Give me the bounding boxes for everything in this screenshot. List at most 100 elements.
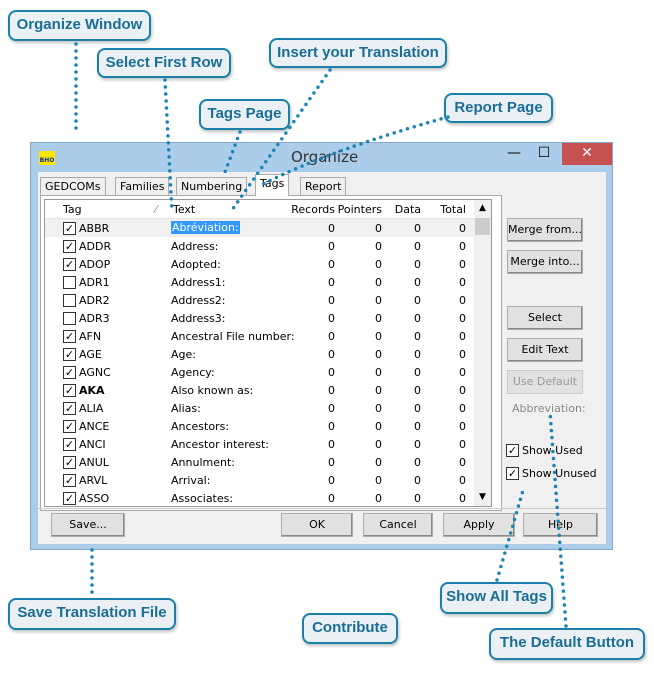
table-row[interactable]: ✓ ASSO Associates: 0 0 0 0	[45, 489, 475, 506]
text-cell[interactable]: Adopted:	[171, 258, 221, 271]
table-row[interactable]: ✓ ALIA Alias: 0 0 0 0	[45, 399, 475, 417]
table-row[interactable]: ADR3 Address3: 0 0 0 0	[45, 309, 475, 327]
row-checkbox[interactable]	[63, 312, 76, 325]
tag-cell: ADDR	[79, 240, 112, 253]
column-total[interactable]: Total	[425, 203, 466, 216]
text-cell[interactable]: Address:	[171, 240, 219, 253]
row-checkbox[interactable]: ✓	[63, 384, 76, 397]
row-checkbox[interactable]: ✓	[63, 348, 76, 361]
row-checkbox[interactable]	[63, 276, 76, 289]
total-cell: 0	[459, 402, 466, 415]
select-button[interactable]: Select	[507, 306, 583, 330]
table-row[interactable]: ✓ AKA Also known as: 0 0 0 0	[45, 381, 475, 399]
tab-gedcoms[interactable]: GEDCOMs	[40, 177, 106, 195]
text-cell[interactable]: Arrival:	[171, 474, 210, 487]
column-text[interactable]: Text	[173, 203, 195, 216]
table-row[interactable]: ✓ AFN Ancestral File number: 0 0 0 0	[45, 327, 475, 345]
data-cell: 0	[414, 474, 421, 487]
text-cell[interactable]: Alias:	[171, 402, 201, 415]
row-checkbox[interactable]: ✓	[63, 402, 76, 415]
row-checkbox[interactable]: ✓	[63, 474, 76, 487]
text-cell[interactable]: Also known as:	[171, 384, 253, 397]
pointers-cell: 0	[375, 258, 382, 271]
ok-button[interactable]: OK	[281, 513, 353, 537]
cancel-button[interactable]: Cancel	[363, 513, 433, 537]
minimize-button[interactable]: —	[501, 143, 527, 165]
pointers-cell: 0	[375, 222, 382, 235]
maximize-button[interactable]: ☐	[531, 143, 557, 165]
tab-report[interactable]: Report	[300, 177, 347, 195]
row-checkbox[interactable]: ✓	[63, 438, 76, 451]
text-cell[interactable]: Address2:	[171, 294, 226, 307]
table-row[interactable]: ✓ ADDR Address: 0 0 0 0	[45, 237, 475, 255]
records-cell: 0	[328, 402, 335, 415]
help-button[interactable]: Help	[523, 513, 598, 537]
show-unused-label[interactable]: Show Unused	[522, 467, 597, 480]
text-cell[interactable]: Ancestor interest:	[171, 438, 269, 451]
scroll-up-icon[interactable]: ▲	[474, 200, 491, 217]
table-row[interactable]: ✓ AGNC Agency: 0 0 0 0	[45, 363, 475, 381]
text-cell[interactable]: Ancestral File number:	[171, 330, 295, 343]
records-cell: 0	[328, 384, 335, 397]
use-default-button[interactable]: Use Default	[507, 370, 583, 394]
vertical-scrollbar[interactable]: ▲ ▼	[474, 200, 491, 506]
table-row[interactable]: ✓ AGE Age: 0 0 0 0	[45, 345, 475, 363]
column-pointers[interactable]: Pointers	[337, 203, 382, 216]
scroll-thumb[interactable]	[475, 218, 490, 235]
scroll-down-icon[interactable]: ▼	[474, 489, 491, 506]
total-cell: 0	[459, 330, 466, 343]
client-area: GEDCOMs Families Numbering Tags Report Tag ⁄…	[38, 172, 606, 544]
merge-into-button[interactable]: Merge into...	[507, 250, 583, 274]
row-checkbox[interactable]: ✓	[63, 258, 76, 271]
column-tag[interactable]: Tag	[63, 203, 82, 216]
tab-numbering[interactable]: Numbering	[176, 177, 248, 195]
text-cell[interactable]: Ancestors:	[171, 420, 229, 433]
row-checkbox[interactable]: ✓	[63, 222, 76, 235]
table-row[interactable]: ✓ ARVL Arrival: 0 0 0 0	[45, 471, 475, 489]
row-checkbox[interactable]: ✓	[63, 330, 76, 343]
total-cell: 0	[459, 420, 466, 433]
table-row[interactable]: ✓ ANCE Ancestors: 0 0 0 0	[45, 417, 475, 435]
show-used-label[interactable]: Show Used	[522, 444, 583, 457]
text-cell[interactable]: Address3:	[171, 312, 226, 325]
table-row[interactable]: ADR1 Address1: 0 0 0 0	[45, 273, 475, 291]
save-button[interactable]: Save...	[51, 513, 125, 537]
total-cell: 0	[459, 384, 466, 397]
row-checkbox[interactable]: ✓	[63, 240, 76, 253]
data-cell: 0	[414, 402, 421, 415]
text-cell[interactable]: Agency:	[171, 366, 215, 379]
tab-tags[interactable]: Tags	[255, 174, 290, 196]
column-records[interactable]: Records	[291, 203, 335, 216]
row-checkbox[interactable]: ✓	[63, 366, 76, 379]
row-checkbox[interactable]	[63, 294, 76, 307]
row-checkbox[interactable]: ✓	[63, 456, 76, 469]
text-cell[interactable]: Abréviation:	[171, 221, 240, 234]
data-cell: 0	[414, 240, 421, 253]
show-used-checkbox[interactable]: ✓	[506, 444, 519, 457]
text-cell[interactable]: Associates:	[171, 492, 233, 505]
row-checkbox[interactable]: ✓	[63, 420, 76, 433]
tab-families[interactable]: Families	[115, 177, 170, 195]
tags-list[interactable]: Tag ⁄ Text Records Pointers Data Total ✓…	[44, 199, 492, 507]
row-checkbox[interactable]: ✓	[63, 492, 76, 505]
table-row[interactable]: ✓ ANCI Ancestor interest: 0 0 0 0	[45, 435, 475, 453]
divider	[38, 508, 606, 509]
table-row[interactable]: ✓ ADOP Adopted: 0 0 0 0	[45, 255, 475, 273]
text-cell[interactable]: Address1:	[171, 276, 226, 289]
text-cell[interactable]: Annulment:	[171, 456, 235, 469]
tag-cell: ALIA	[79, 402, 104, 415]
total-cell: 0	[459, 366, 466, 379]
table-row[interactable]: ✓ ANUL Annulment: 0 0 0 0	[45, 453, 475, 471]
data-cell: 0	[414, 330, 421, 343]
table-row[interactable]: ✓ ABBR Abréviation: 0 0 0 0	[45, 219, 475, 237]
merge-from-button[interactable]: Merge from...	[507, 218, 583, 242]
edit-text-button[interactable]: Edit Text	[507, 338, 583, 362]
data-cell: 0	[414, 384, 421, 397]
column-data[interactable]: Data	[385, 203, 421, 216]
show-unused-checkbox[interactable]: ✓	[506, 467, 519, 480]
title-bar[interactable]: BHO Organize — ☐ ✕	[31, 143, 612, 172]
close-button[interactable]: ✕	[562, 143, 612, 165]
text-cell[interactable]: Age:	[171, 348, 196, 361]
apply-button[interactable]: Apply	[443, 513, 515, 537]
table-row[interactable]: ADR2 Address2: 0 0 0 0	[45, 291, 475, 309]
